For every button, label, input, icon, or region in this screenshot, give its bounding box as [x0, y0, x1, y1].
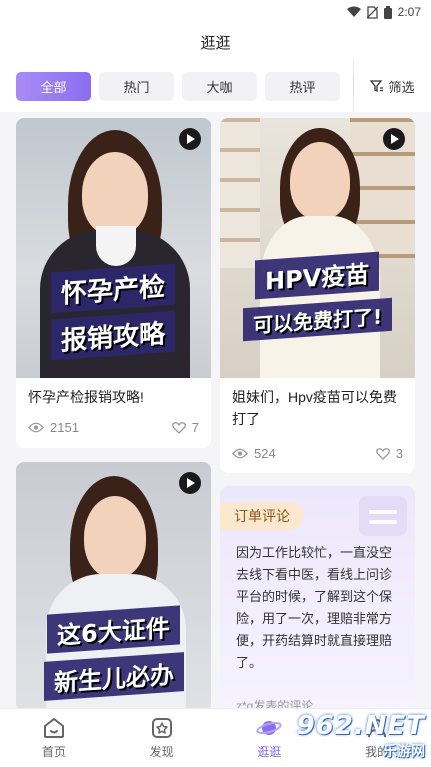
card-thumbnail: 怀孕产检 报销攻略 [16, 118, 211, 378]
eye-icon [28, 422, 44, 433]
play-icon[interactable] [179, 128, 201, 150]
banner-line: HPV疫苗 [255, 251, 380, 300]
banner-line: 新生儿必办 [43, 652, 184, 701]
card-banner: HPV疫苗 可以免费打了! [220, 251, 415, 342]
banner-line: 这6大证件 [47, 605, 180, 654]
battery-icon [383, 5, 392, 19]
chip-expert[interactable]: 大咖 [182, 71, 257, 101]
feed-card-1[interactable]: 怀孕产检 报销攻略 怀孕产检报销攻略! 2151 7 [16, 118, 211, 448]
tab-label: 发现 [149, 745, 174, 759]
status-time: 2:07 [397, 5, 421, 19]
wifi-icon [346, 6, 361, 17]
card-meta: 2151 7 [16, 420, 211, 435]
feed-card-3[interactable]: 这6大证件 新生儿必办 [16, 462, 211, 708]
heart-icon[interactable] [171, 421, 186, 434]
filter-icon [370, 80, 384, 93]
filter-label: 筛选 [388, 79, 415, 95]
heart-icon[interactable] [375, 447, 390, 460]
filter-button[interactable]: 筛选 [353, 60, 431, 112]
watermark-logo: 962.NET 乐游网 [297, 711, 425, 761]
card-banner: 怀孕产检 报销攻略 [16, 263, 211, 361]
tab-home[interactable]: 首页 [0, 709, 108, 767]
play-icon[interactable] [179, 472, 201, 494]
card-thumbnail: HPV疫苗 可以免费打了! [220, 118, 415, 378]
page-title-bar: 逛逛 [0, 24, 431, 60]
tab-discover[interactable]: 发现 [108, 709, 216, 767]
banner-line: 报销攻略 [51, 310, 176, 361]
quote-icon [359, 496, 407, 536]
card-title: 姐妹们，Hpv疫苗可以免费打了 [232, 389, 397, 427]
no-sim-icon [366, 5, 378, 19]
tab-label: 逛逛 [257, 745, 282, 759]
chip-hot-review[interactable]: 热评 [265, 71, 340, 101]
banner-line: 怀孕产检 [51, 263, 176, 314]
eye-icon [232, 448, 248, 459]
view-count: 524 [254, 446, 276, 461]
banner-line: 可以免费打了! [242, 297, 393, 342]
like-count: 3 [395, 446, 403, 461]
card-banner: 这6大证件 新生儿必办 [16, 605, 211, 701]
like-count: 7 [191, 420, 199, 435]
card-meta: 524 3 [220, 446, 415, 461]
status-bar: 2:07 [0, 0, 431, 24]
review-tag: 订单评论 [220, 502, 304, 530]
discover-icon [151, 718, 172, 738]
card-title: 怀孕产检报销攻略! [28, 389, 144, 405]
review-text: 因为工作比较忙，一直没空去线下看中医，看线上问诊平台的时候，了解到这个保险，用了… [236, 545, 393, 670]
feed[interactable]: 怀孕产检 报销攻略 怀孕产检报销攻略! 2151 7 HPV疫苗 可以免费打了!… [0, 112, 431, 708]
review-card[interactable]: 订单评论 因为工作比较忙，一直没空去线下看中医，看线上问诊平台的时候，了解到这个… [220, 486, 415, 708]
page-title: 逛逛 [200, 34, 231, 52]
chip-hot[interactable]: 热门 [99, 71, 174, 101]
filter-row: 全部 热门 大咖 热评 筛选 [0, 60, 431, 112]
tab-label: 首页 [41, 745, 66, 759]
play-icon[interactable] [383, 128, 405, 150]
planet-icon [256, 721, 283, 735]
chip-all[interactable]: 全部 [16, 71, 91, 101]
watermark-sub: 乐游网 [383, 743, 425, 759]
view-count: 2151 [50, 420, 79, 435]
watermark-main: 962.NET [296, 711, 425, 741]
card-thumbnail: 这6大证件 新生儿必办 [16, 462, 211, 708]
feed-card-2[interactable]: HPV疫苗 可以免费打了! 姐妹们，Hpv疫苗可以免费打了 524 3 [220, 118, 415, 473]
review-footer: z*g发表的评论 [236, 699, 314, 708]
home-icon [43, 718, 64, 738]
